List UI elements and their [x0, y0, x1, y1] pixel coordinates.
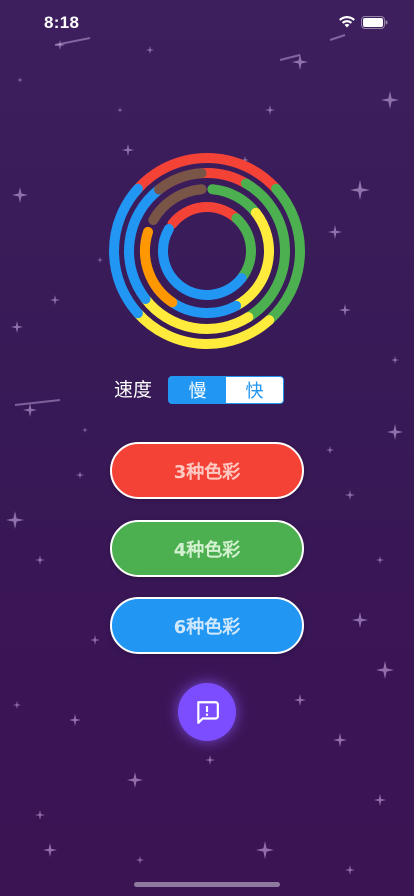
sparkle-star [6, 511, 24, 529]
speed-option-fast[interactable]: 快 [226, 377, 283, 403]
sparkle-star [265, 105, 275, 115]
status-time: 8:18 [44, 13, 80, 32]
ring-arc [158, 224, 183, 289]
sparkle-star [328, 225, 342, 239]
color-rings-logo [109, 153, 305, 349]
shooting-star [14, 399, 61, 406]
feedback-button[interactable] [178, 683, 236, 741]
sparkle-star [352, 612, 368, 628]
sparkle-star [339, 304, 351, 316]
shooting-star [279, 54, 301, 61]
sparkle-star [391, 356, 399, 364]
sparkle-star [127, 772, 143, 788]
three-colors-button[interactable]: 3种色彩 [110, 442, 304, 499]
sparkle-star [376, 661, 394, 679]
six-colors-button[interactable]: 6种色彩 [110, 597, 304, 654]
sparkle-star [23, 403, 37, 417]
sparkle-star [69, 714, 81, 726]
speed-label: 速度 [114, 379, 153, 401]
sparkle-star [117, 107, 123, 113]
sparkle-star [136, 856, 144, 864]
feedback-icon [197, 701, 219, 724]
home-indicator [134, 882, 280, 887]
sparkle-star [11, 321, 23, 333]
ring-arc [231, 213, 256, 284]
sparkle-star [376, 556, 384, 564]
sparkle-star [205, 755, 215, 765]
sparkle-star [256, 841, 274, 859]
speed-segmented-control[interactable]: 慢 快 [168, 376, 284, 404]
sparkle-star [333, 733, 347, 747]
sparkle-star [82, 427, 88, 433]
sparkle-star [387, 424, 403, 440]
battery-icon [361, 16, 388, 29]
four-colors-button[interactable]: 4种色彩 [110, 520, 304, 577]
sparkle-star [146, 46, 154, 54]
sparkle-star [35, 555, 45, 565]
sparkle-star [12, 187, 28, 203]
speed-option-slow[interactable]: 慢 [169, 377, 226, 403]
ring-arc [167, 297, 242, 318]
sparkle-star [35, 810, 45, 820]
sparkle-star [76, 471, 84, 479]
sparkle-star [345, 865, 355, 875]
sparkle-star [50, 295, 60, 305]
sparkle-star [350, 180, 370, 200]
status-bar: 8:18 [0, 0, 414, 44]
wifi-icon [339, 16, 355, 28]
sparkle-star [294, 694, 306, 706]
sparkle-star [17, 77, 23, 83]
sparkle-star [13, 701, 21, 709]
sparkle-star [374, 794, 386, 806]
sparkle-star [97, 257, 103, 263]
sparkle-star [43, 843, 57, 857]
sparkle-star [90, 635, 100, 645]
sparkle-star [345, 490, 355, 500]
sparkle-star [381, 91, 399, 109]
ring-arc [167, 202, 242, 229]
sparkle-star [326, 446, 334, 454]
ring-arc [172, 273, 247, 300]
